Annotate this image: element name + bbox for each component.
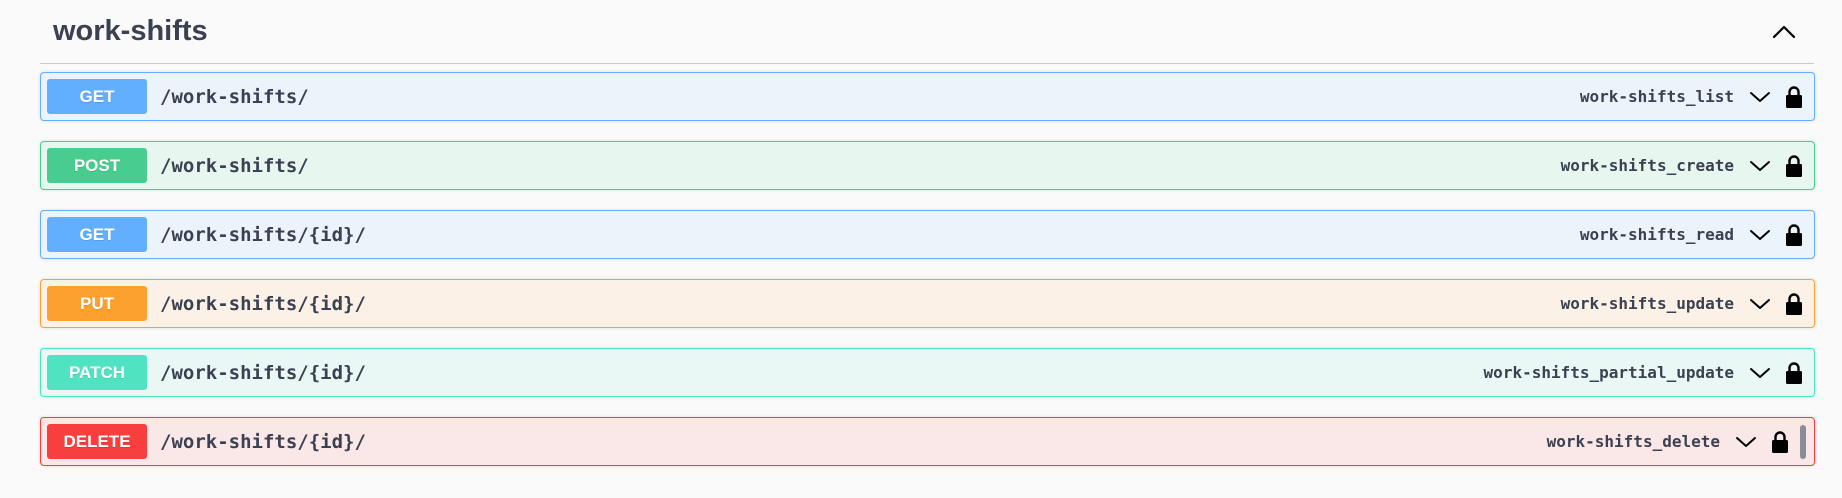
chevron-down-icon [1750,91,1770,102]
expand-operation-button[interactable] [1746,83,1774,111]
swagger-tag-section: work-shifts GET /work-shifts/ work-shift… [0,0,1842,498]
operation-path: /work-shifts/ [160,154,309,177]
lock-icon [1786,361,1802,384]
operation-id: work-shifts_read [1579,225,1734,244]
collapse-tag-button[interactable] [1764,12,1804,52]
operation-id: work-shifts_create [1560,156,1734,175]
operation-path: /work-shifts/{id}/ [160,430,366,453]
lock-icon [1772,430,1788,453]
operation-row[interactable]: DELETE /work-shifts/{id}/ work-shifts_de… [40,417,1815,466]
operation-path: /work-shifts/{id}/ [160,361,366,384]
operation-row[interactable]: GET /work-shifts/{id}/ work-shifts_read [40,210,1815,259]
authorize-lock-button[interactable] [1782,359,1806,387]
operation-id: work-shifts_delete [1546,432,1720,451]
lock-icon [1786,223,1802,246]
authorize-lock-button[interactable] [1782,221,1806,249]
chevron-down-icon [1750,367,1770,378]
tag-title: work-shifts [53,15,208,47]
operation-path: /work-shifts/{id}/ [160,223,366,246]
scrollbar-thumb[interactable] [1800,425,1806,459]
authorize-lock-button[interactable] [1782,83,1806,111]
chevron-up-icon [1772,25,1796,38]
method-badge: DELETE [47,424,147,459]
operation-id: work-shifts_update [1560,294,1734,313]
operation-row[interactable]: POST /work-shifts/ work-shifts_create [40,141,1815,190]
operation-row[interactable]: PUT /work-shifts/{id}/ work-shifts_updat… [40,279,1815,328]
operation-id: work-shifts_list [1579,87,1734,106]
expand-operation-button[interactable] [1746,221,1774,249]
operation-id: work-shifts_partial_update [1483,363,1734,382]
chevron-down-icon [1750,160,1770,171]
operation-path: /work-shifts/{id}/ [160,292,366,315]
method-badge: PATCH [47,355,147,390]
chevron-down-icon [1750,298,1770,309]
operations-list: GET /work-shifts/ work-shifts_list POST … [40,72,1815,486]
operation-row[interactable]: GET /work-shifts/ work-shifts_list [40,72,1815,121]
lock-icon [1786,154,1802,177]
lock-icon [1786,292,1802,315]
authorize-lock-button[interactable] [1768,428,1792,456]
method-badge: GET [47,79,147,114]
expand-operation-button[interactable] [1746,152,1774,180]
chevron-down-icon [1750,229,1770,240]
chevron-down-icon [1736,436,1756,447]
method-badge: PUT [47,286,147,321]
expand-operation-button[interactable] [1746,359,1774,387]
method-badge: GET [47,217,147,252]
expand-operation-button[interactable] [1746,290,1774,318]
authorize-lock-button[interactable] [1782,152,1806,180]
tag-header[interactable]: work-shifts [40,0,1814,64]
method-badge: POST [47,148,147,183]
operation-row[interactable]: PATCH /work-shifts/{id}/ work-shifts_par… [40,348,1815,397]
lock-icon [1786,85,1802,108]
expand-operation-button[interactable] [1732,428,1760,456]
authorize-lock-button[interactable] [1782,290,1806,318]
operation-path: /work-shifts/ [160,85,309,108]
